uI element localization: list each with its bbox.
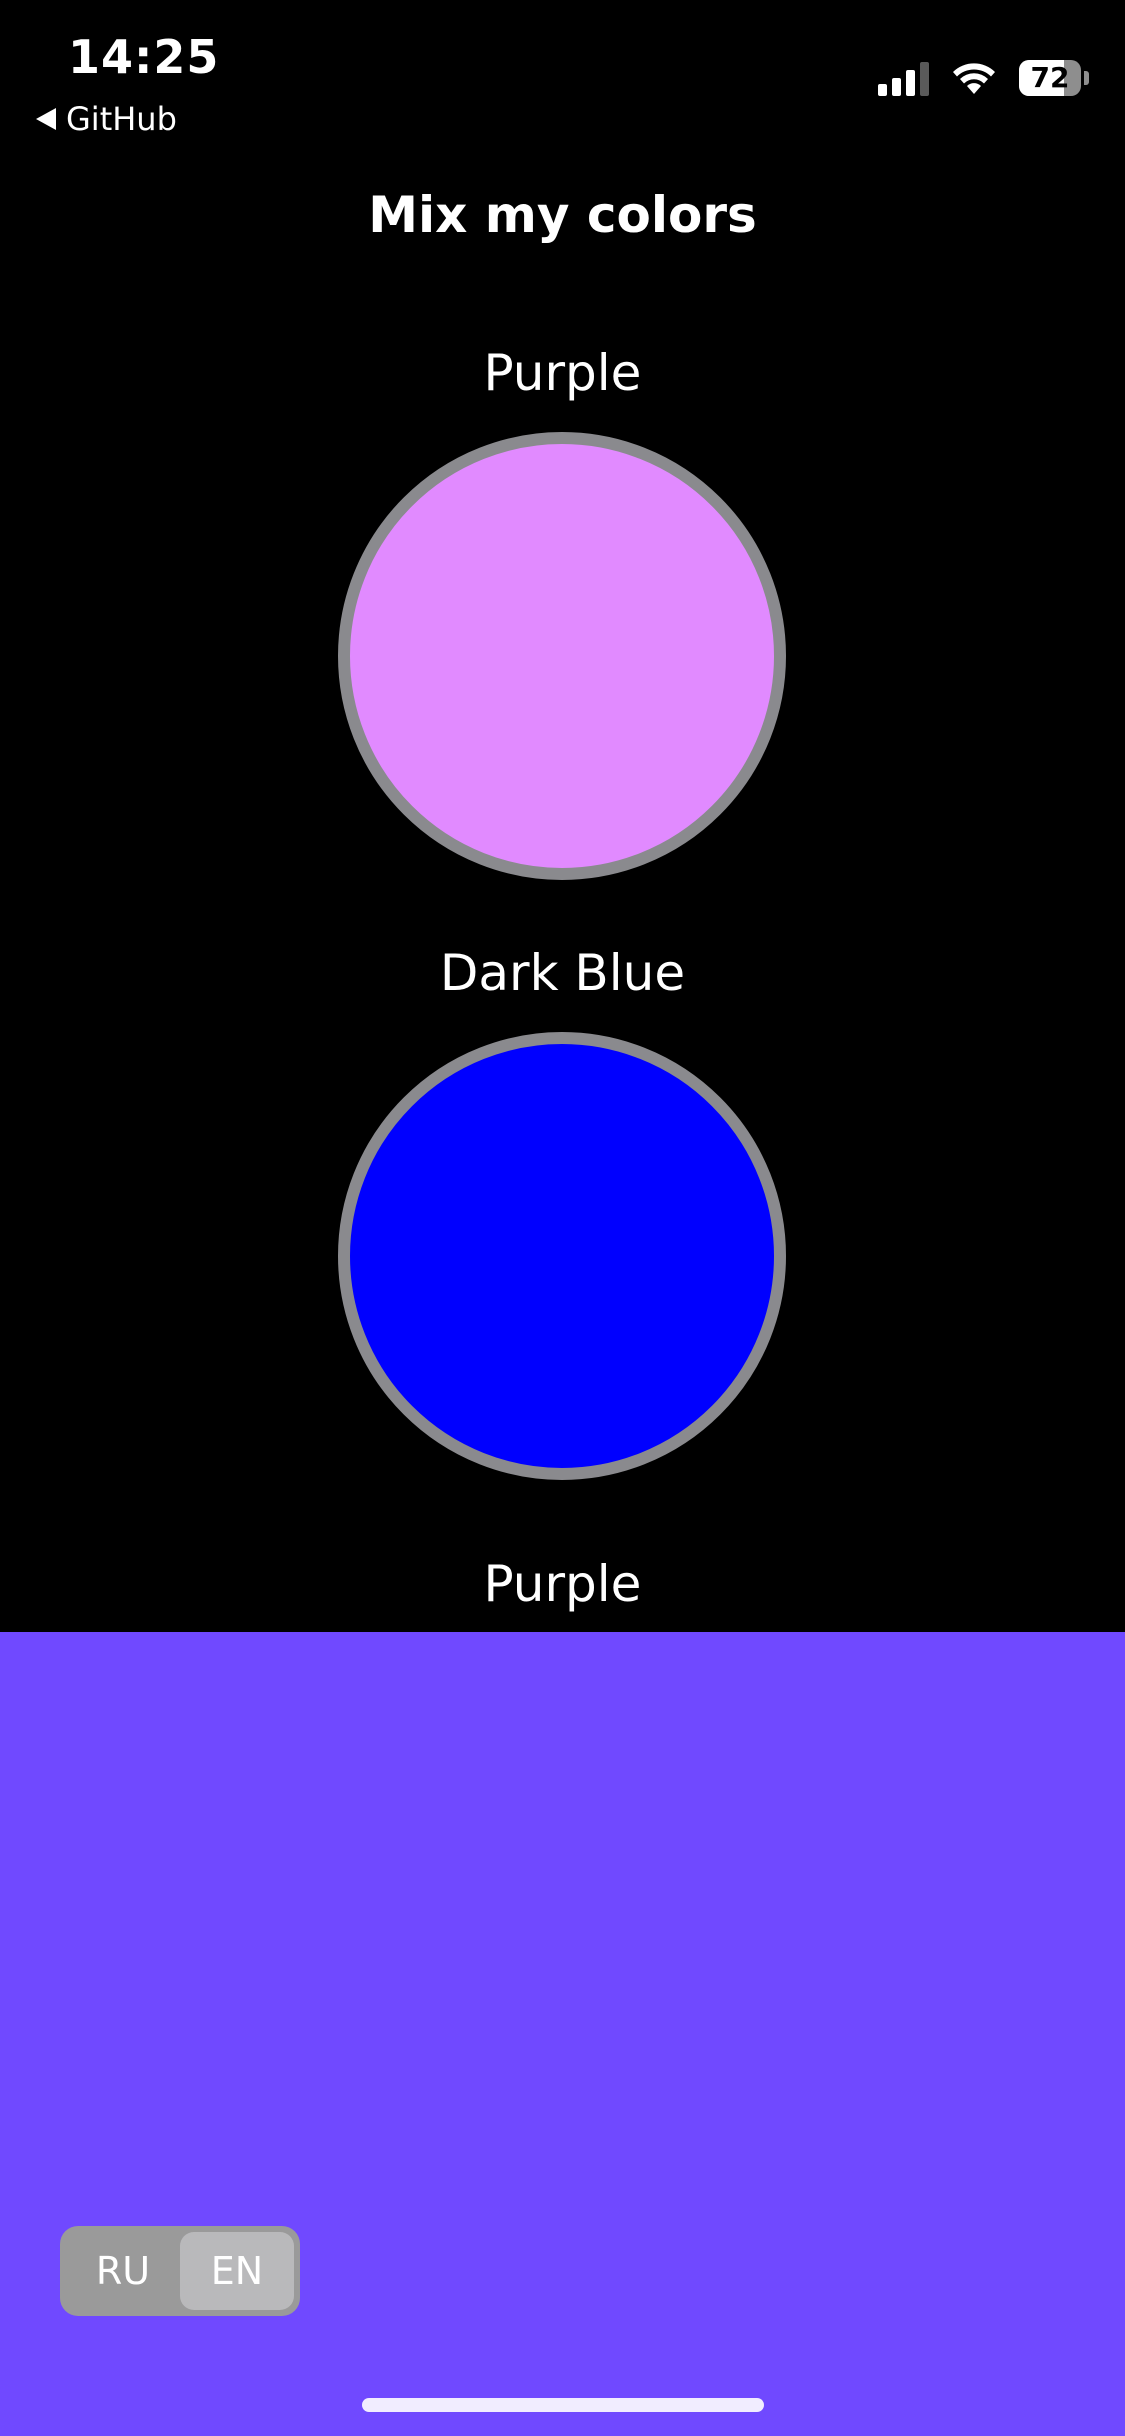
battery-indicator: 72	[1019, 60, 1089, 96]
status-time: 14:25	[68, 30, 220, 84]
app-screen: 14:25 GitHub 72 Mix my colors Purple Dar…	[0, 0, 1125, 2436]
color-two-circle[interactable]	[338, 1032, 786, 1480]
language-switch[interactable]: RU EN	[60, 2226, 300, 2316]
cellular-signal-icon	[878, 60, 929, 96]
battery-icon: 72	[1019, 60, 1081, 96]
back-arrow-icon	[36, 108, 56, 130]
back-to-app-link[interactable]: GitHub	[36, 100, 177, 138]
back-app-label: GitHub	[66, 100, 177, 138]
color-one-label: Purple	[483, 344, 642, 402]
wifi-icon	[953, 63, 995, 94]
battery-tip	[1084, 71, 1089, 85]
status-icons: 72	[878, 60, 1089, 96]
language-option-ru[interactable]: RU	[66, 2232, 180, 2310]
page-title: Mix my colors	[368, 186, 757, 244]
color-one-circle[interactable]	[338, 432, 786, 880]
home-indicator[interactable]	[362, 2398, 764, 2412]
language-option-en[interactable]: EN	[180, 2232, 294, 2310]
battery-percent: 72	[1030, 61, 1070, 94]
result-color-label: Purple	[483, 1555, 642, 1613]
color-two-label: Dark Blue	[439, 944, 686, 1002]
